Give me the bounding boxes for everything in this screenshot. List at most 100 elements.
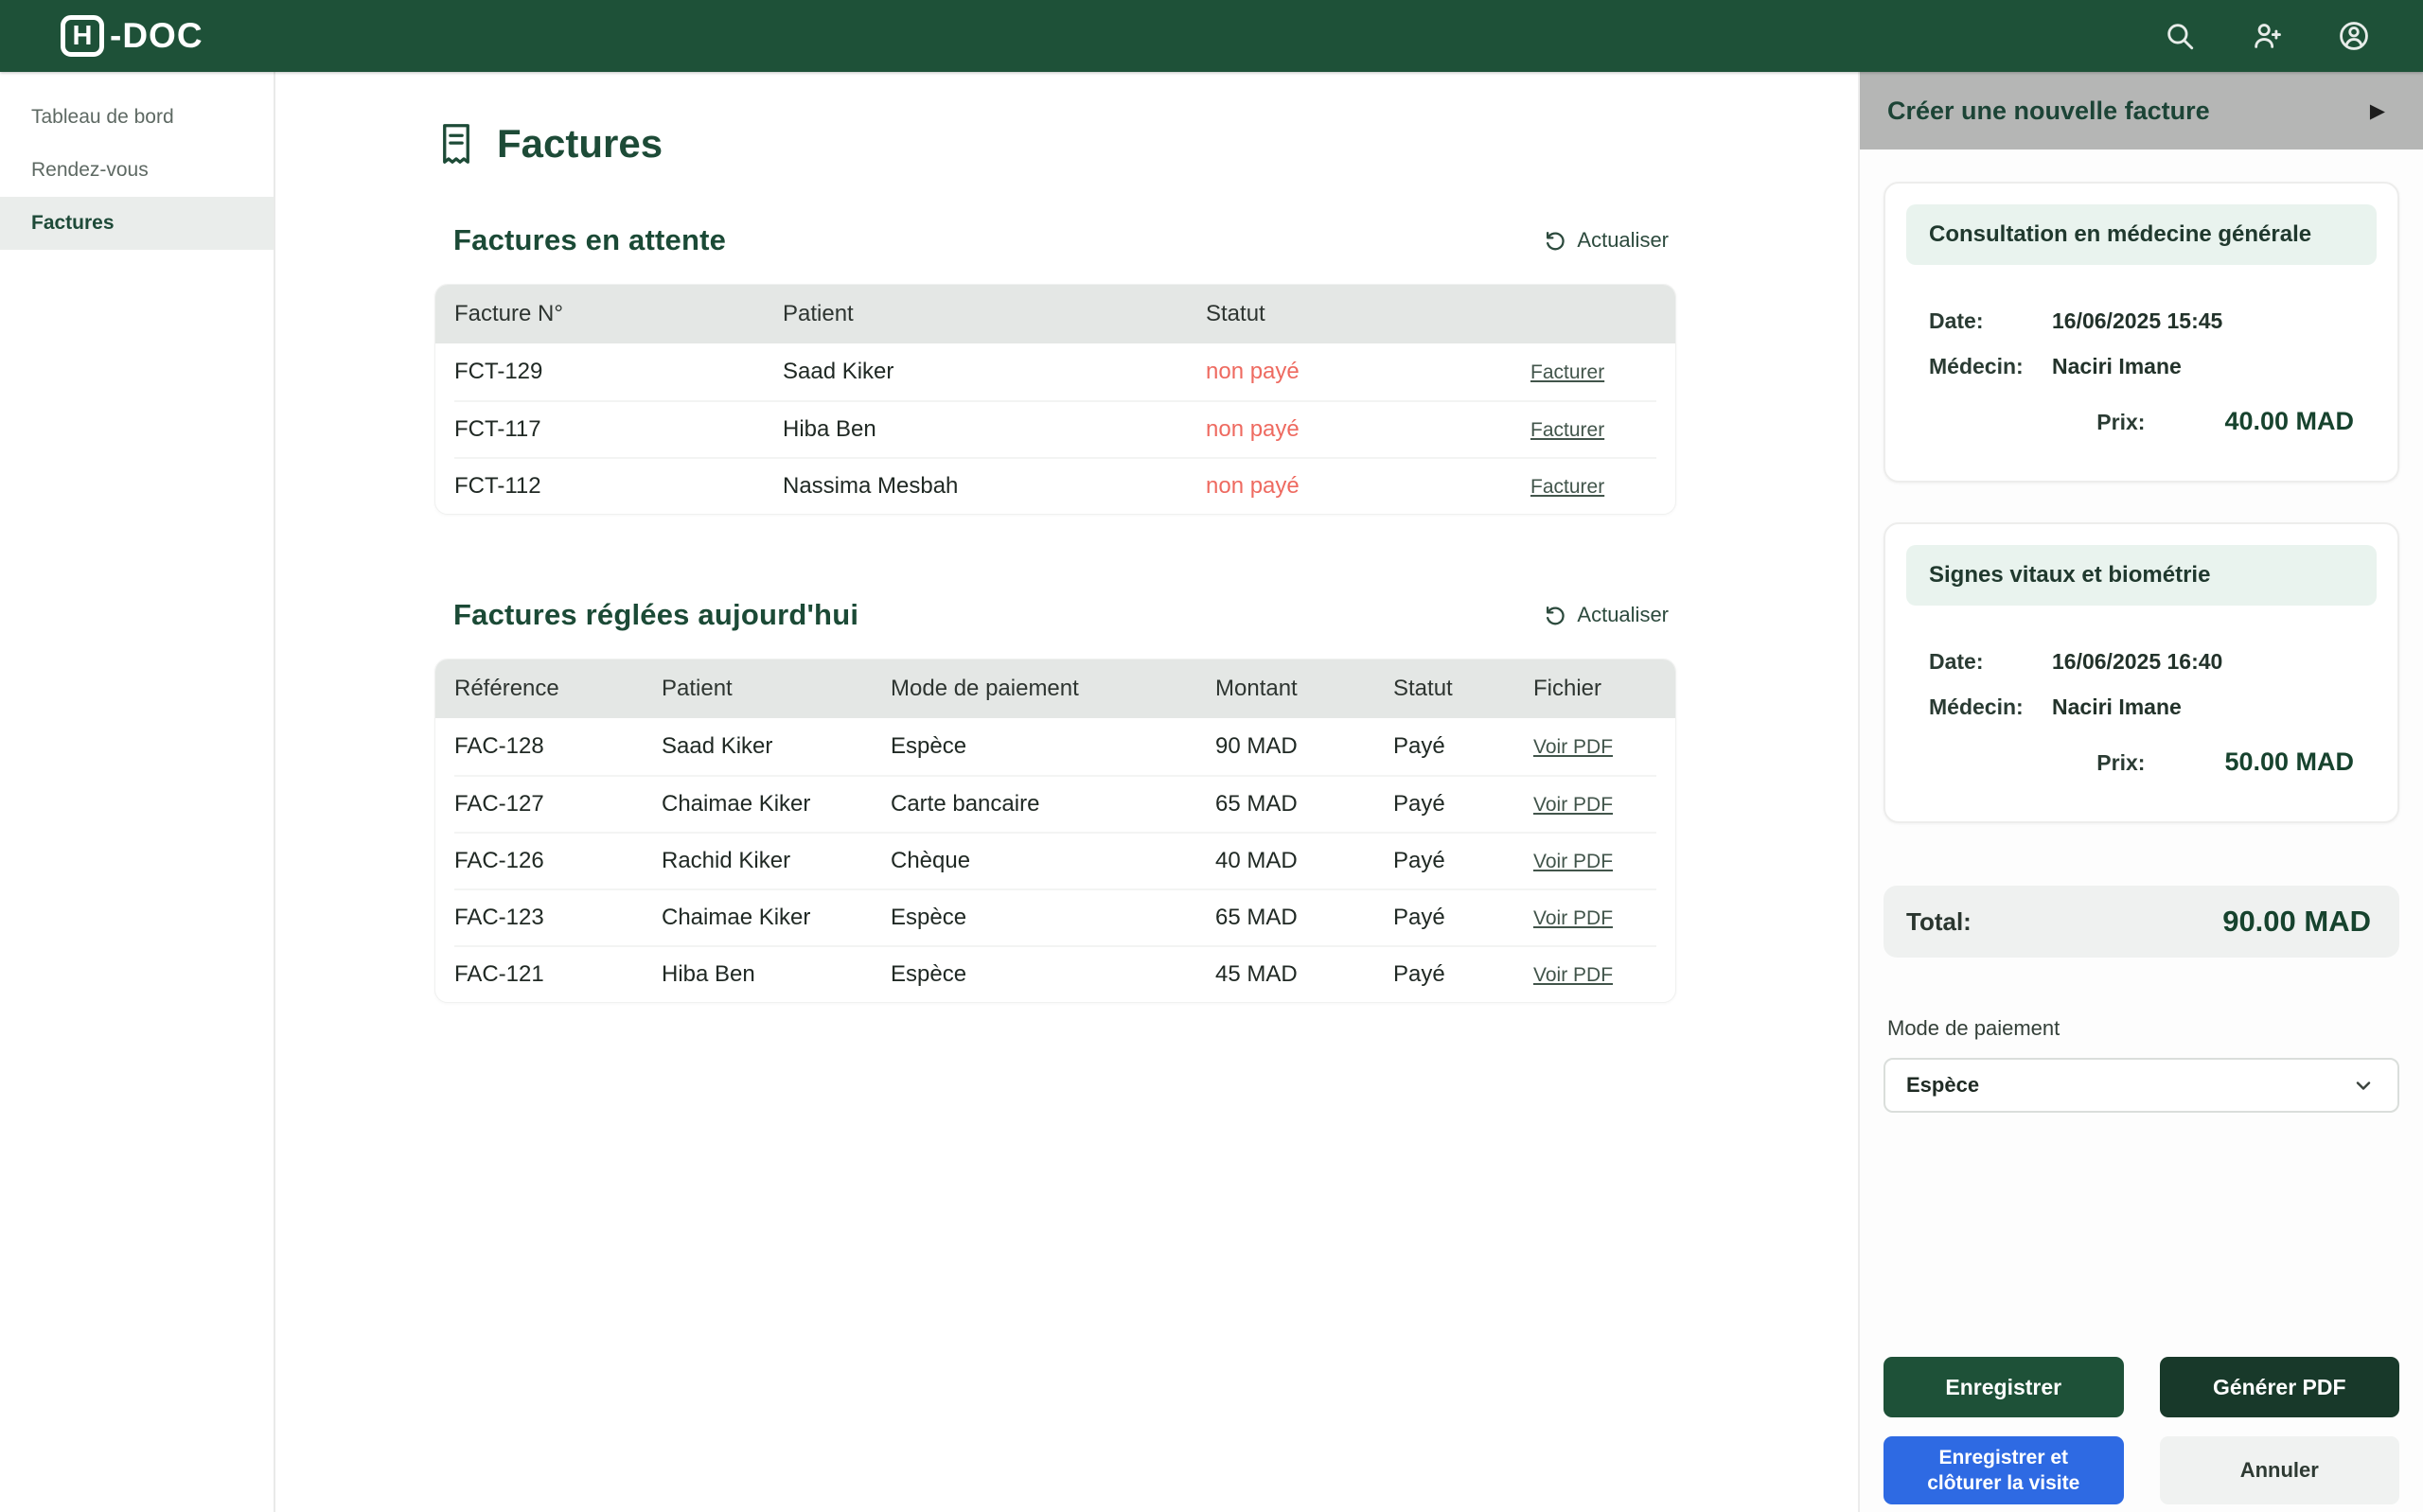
table-row: FCT-129 Saad Kiker non payé Facturer (454, 343, 1656, 400)
col-statut: Statut (1393, 676, 1453, 701)
service-card-title: Consultation en médecine générale (1906, 204, 2377, 265)
facturer-link[interactable]: Facturer (1530, 419, 1604, 441)
table-row: FAC-121 Hiba Ben Espèce 45 MAD Payé Voir… (454, 945, 1656, 1002)
patient-name: Saad Kiker (662, 733, 773, 759)
receipt-icon (443, 124, 469, 164)
table-row: FCT-117 Hiba Ben non payé Facturer (454, 400, 1656, 457)
panel-footer: Enregistrer Générer PDF Enregistrer et c… (1860, 1357, 2423, 1512)
main-content: Factures Factures en attente Actualiser … (275, 72, 1858, 1512)
table-row: FAC-126 Rachid Kiker Chèque 40 MAD Payé … (454, 832, 1656, 888)
voir-pdf-link[interactable]: Voir PDF (1533, 907, 1613, 929)
service-card-title: Signes vitaux et biométrie (1906, 545, 2377, 606)
col-patient: Patient (662, 676, 733, 701)
chevron-down-icon (2356, 1081, 2371, 1090)
total-bar: Total: 90.00 MAD (1884, 886, 2399, 958)
invoice-reference: FAC-127 (454, 791, 544, 817)
medecin-value: Naciri Imane (2052, 694, 2182, 719)
date-label: Date: (1929, 649, 1984, 674)
table-header-row: Facture N° Patient Statut (435, 285, 1675, 343)
voir-pdf-link[interactable]: Voir PDF (1533, 851, 1613, 872)
sidebar-item-factures[interactable]: Factures (0, 197, 274, 250)
status-badge: Payé (1393, 791, 1445, 817)
col-patient: Patient (783, 301, 854, 326)
user-plus-icon[interactable] (2251, 20, 2283, 52)
prix-value: 40.00 MAD (2224, 407, 2354, 435)
app-body: Tableau de bord Rendez-vous Factures Fac… (0, 72, 2423, 1512)
logo-letter: H (72, 20, 93, 51)
total-label: Total: (1906, 906, 1972, 936)
service-card-signes-vitaux: Signes vitaux et biométrie Date: 16/06/2… (1884, 522, 2399, 823)
col-reference: Référence (454, 676, 559, 701)
voir-pdf-link[interactable]: Voir PDF (1533, 794, 1613, 816)
invoice-number: FCT-117 (454, 416, 541, 442)
date-label: Date: (1929, 308, 1984, 333)
patient-name: Rachid Kiker (662, 848, 791, 873)
status-badge: Payé (1393, 905, 1445, 930)
create-invoice-panel: Créer une nouvelle facture ▶ Consultatio… (1858, 72, 2423, 1512)
col-statut: Statut (1206, 301, 1265, 326)
pending-section-title: Factures en attente (453, 223, 727, 256)
user-circle-icon[interactable] (2338, 20, 2370, 52)
voir-pdf-link[interactable]: Voir PDF (1533, 964, 1613, 986)
cancel-button[interactable]: Annuler (2159, 1436, 2399, 1504)
prix-label: Prix: (2096, 410, 2146, 434)
prix-value: 50.00 MAD (2224, 747, 2354, 776)
topbar-actions (2164, 20, 2370, 52)
payment-method-select[interactable]: Espèce (1884, 1058, 2399, 1113)
app-logo[interactable]: H -DOC (61, 15, 203, 57)
patient-name: Saad Kiker (783, 359, 894, 384)
create-invoice-header[interactable]: Créer une nouvelle facture ▶ (1860, 72, 2423, 149)
col-mode-paiement: Mode de paiement (891, 676, 1079, 701)
amount: 65 MAD (1215, 905, 1298, 930)
invoice-reference: FAC-123 (454, 905, 544, 930)
table-row: FCT-112 Nassima Mesbah non payé Facturer (454, 457, 1656, 514)
medecin-label: Médecin: (1929, 354, 2024, 378)
amount: 65 MAD (1215, 791, 1298, 817)
create-invoice-body: Consultation en médecine générale Date: … (1860, 149, 2423, 1357)
pending-section-header: Factures en attente Actualiser (434, 223, 1676, 257)
col-montant: Montant (1215, 676, 1298, 701)
medecin-label: Médecin: (1929, 694, 2024, 719)
total-value: 90.00 MAD (2222, 905, 2371, 938)
table-row: FAC-127 Chaimae Kiker Carte bancaire 65 … (454, 775, 1656, 832)
status-badge: non payé (1206, 359, 1300, 384)
patient-name: Chaimae Kiker (662, 905, 811, 930)
refresh-label: Actualiser (1577, 228, 1669, 252)
sidebar-item-tableau-de-bord[interactable]: Tableau de bord (0, 91, 274, 144)
col-fichier: Fichier (1533, 676, 1602, 701)
prix-label: Prix: (2096, 750, 2146, 775)
invoice-reference: FAC-126 (454, 848, 544, 873)
payment-mode: Espèce (891, 733, 967, 759)
payment-method-label: Mode de paiement (1887, 1016, 2060, 1040)
patient-name: Hiba Ben (783, 416, 876, 442)
generate-pdf-button[interactable]: Générer PDF (2159, 1357, 2399, 1417)
status-badge: Payé (1393, 961, 1445, 987)
page-title-text: Factures (497, 121, 663, 166)
sidebar-item-rendez-vous[interactable]: Rendez-vous (0, 144, 274, 197)
sidebar-item-label: Rendez-vous (31, 159, 149, 181)
facturer-link[interactable]: Facturer (1530, 476, 1604, 498)
refresh-pending-button[interactable]: Actualiser (1544, 228, 1669, 253)
save-button[interactable]: Enregistrer (1884, 1357, 2124, 1417)
save-and-close-visit-button[interactable]: Enregistrer et clôturer la visite (1884, 1436, 2124, 1504)
refresh-settled-button[interactable]: Actualiser (1544, 603, 1669, 627)
facturer-link[interactable]: Facturer (1530, 361, 1604, 383)
table-row: FAC-123 Chaimae Kiker Espèce 65 MAD Payé… (454, 888, 1656, 945)
payment-method-value: Espèce (1906, 1073, 1980, 1097)
date-value: 16/06/2025 15:45 (2052, 308, 2223, 333)
voir-pdf-link[interactable]: Voir PDF (1533, 736, 1613, 758)
app-window: H -DOC Tableau de bord Rendez-vous Factu… (0, 0, 2423, 1512)
payment-mode: Chèque (891, 848, 971, 873)
table-row: FAC-128 Saad Kiker Espèce 90 MAD Payé Vo… (454, 718, 1656, 775)
settled-invoices-table: Référence Patient Mode de paiement Monta… (434, 659, 1676, 1003)
settled-section-header: Factures réglées aujourd'hui Actualiser (434, 598, 1676, 632)
search-icon[interactable] (2164, 20, 2196, 52)
logo-text: -DOC (110, 16, 203, 55)
invoice-number: FCT-129 (454, 359, 543, 384)
status-badge: non payé (1206, 416, 1300, 442)
amount: 40 MAD (1215, 848, 1298, 873)
date-value: 16/06/2025 16:40 (2052, 649, 2223, 674)
status-badge: Payé (1393, 848, 1445, 873)
table-header-row: Référence Patient Mode de paiement Monta… (435, 659, 1675, 718)
page-title: Factures (436, 121, 1676, 167)
